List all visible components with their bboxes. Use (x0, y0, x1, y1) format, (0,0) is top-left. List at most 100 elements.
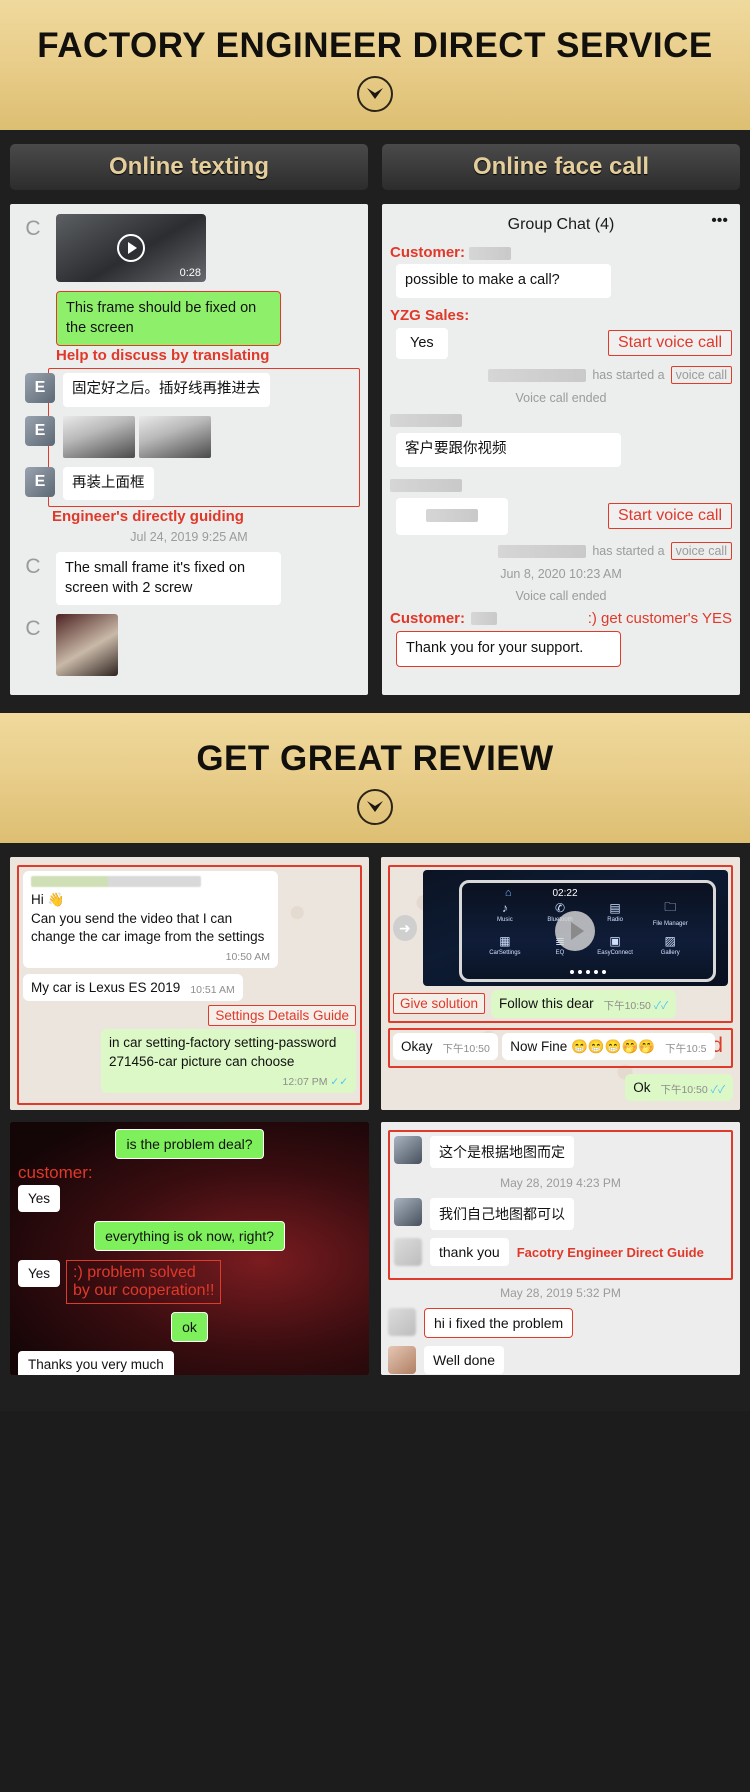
redacted-name (471, 612, 498, 626)
review-panel-wechat-map: 这个是根据地图而定 May 28, 2019 4:23 PM 我们自己地图都可以… (381, 1122, 740, 1376)
page-title: FACTORY ENGINEER DIRECT SERVICE (37, 26, 713, 65)
message-timestamp: May 28, 2019 4:23 PM (500, 1176, 621, 1191)
message-timestamp: Jul 24, 2019 9:25 AM (130, 530, 248, 545)
message-time: 下午10:5 (665, 1042, 707, 1055)
annotation-row: Settings Details Guide (23, 1005, 356, 1027)
message-row: E 再装上面框 (25, 466, 355, 501)
message-bubble: My car is Lexus ES 2019 10:51 AM (23, 974, 243, 1002)
panel-online-face-call: Group Chat (4) ••• Customer: possible to… (382, 204, 740, 696)
outgoing-row: Ok 下午10:50 ✓✓ (388, 1073, 733, 1102)
message-row: E 固定好之后。插好线再推进去 (25, 373, 355, 407)
photo-thumbnail[interactable] (139, 415, 211, 458)
label-text: Customer: (390, 244, 466, 261)
outgoing-row: ok (18, 1312, 361, 1343)
start-voice-call-button[interactable]: Start voice call (607, 503, 732, 530)
avatar (388, 1308, 416, 1337)
message-row: C The small frame it's fixed on screen w… (18, 552, 360, 606)
tab-online-texting[interactable]: Online texting (10, 144, 368, 190)
video-thumbnail[interactable]: 0:28 (56, 214, 206, 282)
avatar (394, 1198, 422, 1227)
read-receipt-icon: ✓✓ (710, 1083, 725, 1096)
forward-icon[interactable]: ➜ (393, 915, 417, 942)
photo-thumbnail[interactable] (56, 614, 118, 677)
voice-call-chip: voice call (670, 542, 732, 561)
review-panel-video-solution: ➜ ⌂ 02:22 ♪Music ✆Bluetooth ▤Radio (381, 857, 740, 1111)
avatar: E (25, 415, 55, 446)
message-timestamp: Jun 8, 2020 10:23 AM (500, 567, 622, 582)
message-row-photo: C (18, 614, 360, 677)
message-bubble: Yes (396, 327, 448, 360)
car-icon-carsettings: ▦ CarSettings (489, 934, 521, 957)
annotation-problem-solved: :) problem solved by our cooperation!! (66, 1260, 222, 1305)
outgoing-row: everything is ok now, right? (18, 1221, 361, 1252)
redacted-text (426, 509, 478, 523)
message-bubble: 客户要跟你视频 (396, 433, 621, 467)
message-row: Well done (388, 1346, 733, 1375)
row-yes-call: Yes Start voice call (396, 327, 732, 360)
highlight-frame: 这个是根据地图而定 May 28, 2019 4:23 PM 我们自己地图都可以… (388, 1130, 733, 1281)
photo-pair[interactable] (63, 415, 211, 458)
ellipsis-icon[interactable]: ••• (711, 212, 728, 230)
incoming-row: Yes (18, 1185, 361, 1213)
promo-page: FACTORY ENGINEER DIRECT SERVICE Online t… (0, 0, 750, 1412)
avatar: E (25, 373, 55, 404)
chat-body: 这个是根据地图而定 May 28, 2019 4:23 PM 我们自己地图都可以… (381, 1122, 740, 1376)
message-time: 10:51 AM (190, 984, 235, 997)
car-icon-music: ♪ Music (497, 901, 513, 924)
system-line-call-started: has started a voice call (390, 366, 732, 385)
system-text: has started a (592, 368, 665, 383)
photo-thumbnail[interactable] (63, 415, 135, 458)
avatar: C (25, 217, 41, 240)
message-bubble: This frame should be fixed on the screen (56, 291, 281, 347)
car-video-thumbnail[interactable]: ⌂ 02:22 ♪Music ✆Bluetooth ▤Radio 🗀File M… (422, 870, 728, 987)
chat-body: Hi 👋 Can you send the video that I can c… (10, 857, 369, 1110)
message-bubble: possible to make a call? (396, 264, 611, 298)
system-line-call-started: has started a voice call (390, 542, 732, 561)
message-text: Ok (633, 1079, 651, 1095)
message-video: C 0:28 (18, 214, 360, 282)
group-chat-title: Group Chat (4) (507, 216, 615, 233)
message-row: 这个是根据地图而定 (394, 1136, 727, 1169)
message-bubble: hi i fixed the problem (424, 1308, 574, 1339)
message-bubble: Hi 👋 Can you send the video that I can c… (23, 871, 278, 969)
highlight-frame: Hi 👋 Can you send the video that I can c… (17, 865, 362, 1106)
message-row: 我们自己地图都可以 (394, 1198, 727, 1231)
message-bubble: Okay 下午10:50 (393, 1032, 498, 1060)
annotation-engineer-guiding: Engineer's directly guiding (52, 508, 244, 526)
banner-get-great-review: GET GREAT REVIEW (0, 713, 750, 844)
play-icon[interactable] (555, 910, 596, 951)
voice-call-chip: voice call (670, 366, 732, 385)
message-row-thankyou: thank you Facotry Engineer Direct Guide (394, 1238, 727, 1267)
start-voice-call-button[interactable]: Start voice call (607, 330, 732, 357)
incoming-row: Thanks you very much (18, 1351, 361, 1376)
annotation-settings-guide: Settings Details Guide (208, 1005, 356, 1027)
tab-online-face-call[interactable]: Online face call (382, 144, 740, 190)
message-bubble: is the problem deal? (115, 1129, 264, 1160)
message-text: in car setting-factory setting-password … (109, 1035, 337, 1069)
avatar (388, 1346, 416, 1375)
message-row: hi i fixed the problem (388, 1308, 733, 1339)
label-yzg-sales: YZG Sales: (390, 306, 470, 324)
message-bubble: Yes (18, 1260, 61, 1288)
system-text: has started a (592, 544, 665, 559)
play-icon[interactable] (117, 234, 145, 262)
avatar: C (25, 555, 41, 579)
message-bubble: thank you (430, 1238, 509, 1267)
highlighted-message-wrap: This frame should be fixed on the screen… (56, 291, 360, 364)
review-panel-lexus-settings: Hi 👋 Can you send the video that I can c… (10, 857, 369, 1111)
solution-row: Give solution Follow this dear 下午10:50 ✓… (393, 990, 728, 1018)
redacted-name (31, 876, 201, 888)
highlight-frame: ➜ ⌂ 02:22 ♪Music ✆Bluetooth ▤Radio (388, 865, 733, 1023)
service-section: Online texting Online face call C 0:28 T… (0, 130, 750, 714)
message-time: 下午10:50 (442, 1042, 490, 1055)
message-bubble: 固定好之后。插好线再推进去 (63, 373, 270, 407)
avatar (394, 1136, 422, 1165)
message-text: Hi 👋 Can you send the video that I can c… (31, 892, 265, 944)
annotation-get-yes: :) get customer's YES (587, 610, 732, 628)
review-grid: Hi 👋 Can you send the video that I can c… (0, 845, 750, 1393)
pager-dots (569, 969, 606, 974)
panel-online-texting: C 0:28 This frame should be fixed on the… (10, 204, 368, 696)
video-duration: 0:28 (179, 267, 201, 279)
redacted-name (488, 368, 587, 382)
message-bubble: Yes (18, 1185, 61, 1213)
